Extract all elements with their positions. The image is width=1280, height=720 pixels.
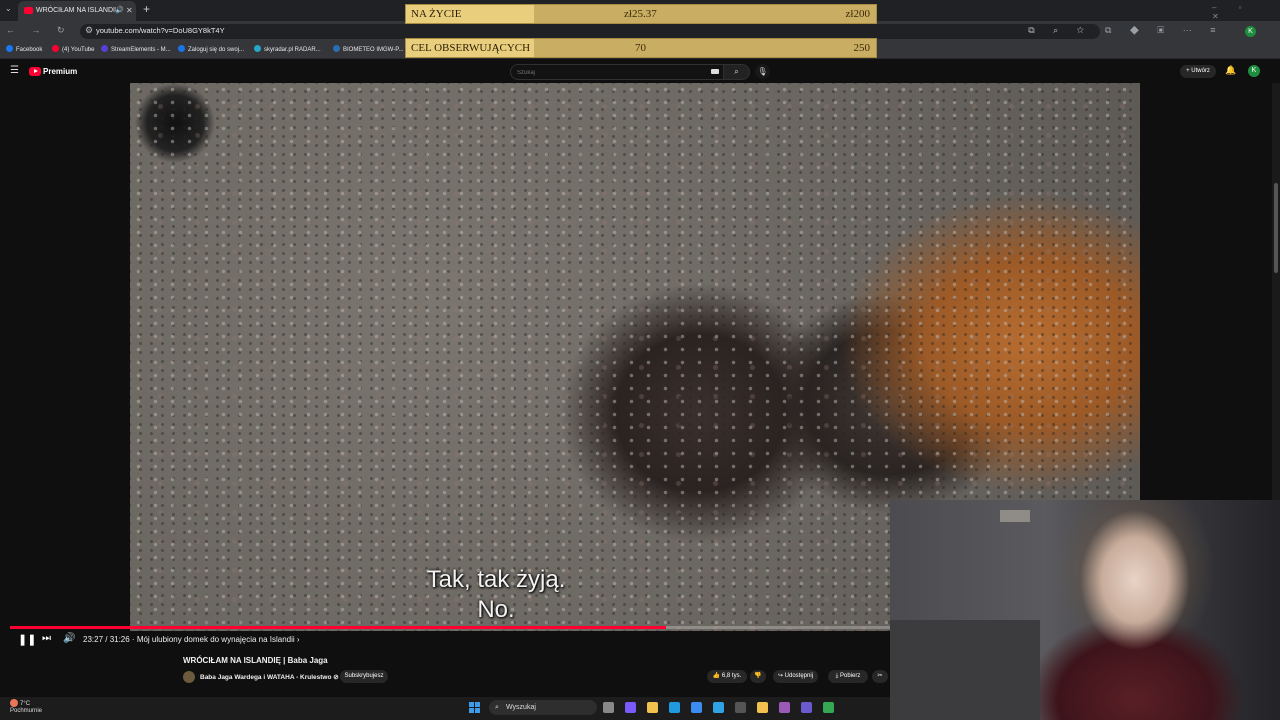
weather-icon: [10, 699, 18, 707]
bookmark-skyradar[interactable]: skyradar.pl RADAR...: [254, 45, 321, 53]
taskbar-app-icon[interactable]: [603, 702, 614, 713]
search-box[interactable]: [510, 64, 724, 80]
weather-widget[interactable]: 7°C Pochmurnie: [10, 699, 42, 715]
channel-name[interactable]: Baba Jaga Wardega i WATAHA - Krulestwo ⊘: [200, 673, 339, 681]
search-input[interactable]: [515, 66, 709, 79]
keyboard-icon[interactable]: [711, 69, 719, 74]
search-button[interactable]: ⌕: [723, 64, 750, 80]
volume-icon[interactable]: 🔊: [63, 633, 75, 644]
taskbar-app-icon[interactable]: [757, 702, 768, 713]
browser-tab[interactable]: WRÓCIŁAM NA ISLANDIĘ | Baba 🔊 ✕: [18, 1, 136, 21]
channel-avatar[interactable]: [183, 671, 195, 683]
microphone-icon[interactable]: 🎙: [755, 64, 770, 79]
taskbar-app-icon[interactable]: [713, 702, 724, 713]
tab-close-icon[interactable]: ✕: [126, 1, 133, 21]
tab-title: WRÓCIŁAM NA ISLANDIĘ | Baba: [36, 7, 116, 14]
profile-avatar[interactable]: K: [1245, 26, 1256, 37]
weather-description: Pochmurnie: [10, 708, 43, 714]
progress-fill: [10, 626, 667, 629]
search-icon: ⌕: [495, 704, 499, 711]
subscribe-button[interactable]: Subskrybujesz: [340, 670, 388, 683]
youtube-logo-icon[interactable]: [29, 67, 41, 76]
youtube-premium-logo[interactable]: Premium: [43, 67, 77, 76]
taskbar-app-icon[interactable]: [647, 702, 658, 713]
taskbar-app-icon[interactable]: [779, 702, 790, 713]
taskbar-search-label: Wyszukaj: [506, 704, 536, 711]
goal-target: zł200: [845, 8, 870, 20]
download-button[interactable]: ⤓ Pobierz: [828, 670, 868, 683]
taskbar-app-icon[interactable]: [669, 702, 680, 713]
address-bar-actions[interactable]: ⧉ ⌕ ☆: [1028, 25, 1092, 36]
video-progress-bar[interactable]: [10, 626, 890, 629]
site-info-icon[interactable]: ⚙: [85, 25, 93, 36]
notifications-bell-icon[interactable]: 🔔: [1225, 65, 1236, 76]
create-button[interactable]: + Utwórz: [1180, 65, 1216, 78]
taskbar-app-icon[interactable]: [691, 702, 702, 713]
goal-target: 250: [853, 42, 871, 54]
extensions-toolbar[interactable]: ⧉ ◆ ▣ ⋯ ≡: [1105, 25, 1224, 36]
tab-search-icon[interactable]: ⌄: [5, 4, 12, 13]
bookmark-login[interactable]: Zaloguj się do swoj...: [178, 45, 244, 53]
taskbar-app-icon[interactable]: [801, 702, 812, 713]
time-and-chapter[interactable]: 23:27 / 31:26 · Mój ulubiony domek do wy…: [83, 635, 300, 644]
window-controls[interactable]: – ▫ ✕: [1212, 3, 1280, 21]
dislike-button[interactable]: 👎: [750, 670, 766, 683]
menu-icon[interactable]: ☰: [10, 65, 19, 76]
webcam-background: [1000, 510, 1030, 522]
goal-label: NA ŻYCIE: [406, 5, 534, 23]
url-text[interactable]: youtube.com/watch?v=DoU8GY8kT4Y: [96, 26, 225, 35]
video-title: WRÓCIŁAM NA ISLANDIĘ | Baba Jaga: [183, 656, 328, 665]
share-button[interactable]: ↪ Udostępnij: [773, 670, 818, 683]
temperature: 7°C: [20, 701, 31, 707]
taskbar-app-icon[interactable]: [823, 702, 834, 713]
address-bar[interactable]: ⚙ youtube.com/watch?v=DoU8GY8kT4Y ⧉ ⌕ ☆: [80, 24, 1100, 39]
subtitle-line: No.: [477, 596, 515, 623]
tab-audio-icon[interactable]: 🔊: [115, 1, 124, 21]
clip-button[interactable]: ✂: [872, 670, 888, 683]
new-tab-button[interactable]: +: [143, 2, 150, 16]
taskbar-app-icon[interactable]: [625, 702, 636, 713]
like-button[interactable]: 👍 6,8 tys.: [707, 670, 747, 683]
goal-current: 70: [635, 42, 646, 54]
goal-current: zł25.37: [624, 8, 657, 20]
youtube-favicon-icon: [24, 7, 33, 14]
scrollbar-thumb[interactable]: [1274, 183, 1278, 273]
next-video-icon[interactable]: ⏭: [42, 633, 51, 644]
webcam-background: [890, 620, 1040, 720]
goal-label: CEL OBSERWUJĄCYCH: [406, 39, 534, 57]
webcam-overlay: [890, 500, 1280, 720]
bookmark-biometeo[interactable]: BIOMETEO IMGW-P...: [333, 45, 403, 53]
taskbar-search[interactable]: ⌕ Wyszukaj: [489, 700, 597, 715]
bookmark-youtube[interactable]: (4) YouTube: [52, 45, 94, 53]
pause-icon[interactable]: ❚❚: [18, 633, 36, 646]
page-scrollbar[interactable]: [1272, 83, 1280, 503]
windows-start-icon[interactable]: [469, 702, 480, 713]
taskbar-app-icon[interactable]: [735, 702, 746, 713]
bookmark-streamelements[interactable]: StreamElements - M...: [101, 45, 171, 53]
subtitle-line: Tak, tak żyją.: [426, 566, 566, 593]
bookmark-facebook[interactable]: Facebook: [6, 45, 42, 53]
account-avatar[interactable]: K: [1248, 65, 1260, 77]
goal-bar-followers: CEL OBSERWUJĄCYCH 70 250: [405, 38, 877, 58]
goal-bar-donations: NA ŻYCIE zł25.37 zł200: [405, 4, 877, 24]
